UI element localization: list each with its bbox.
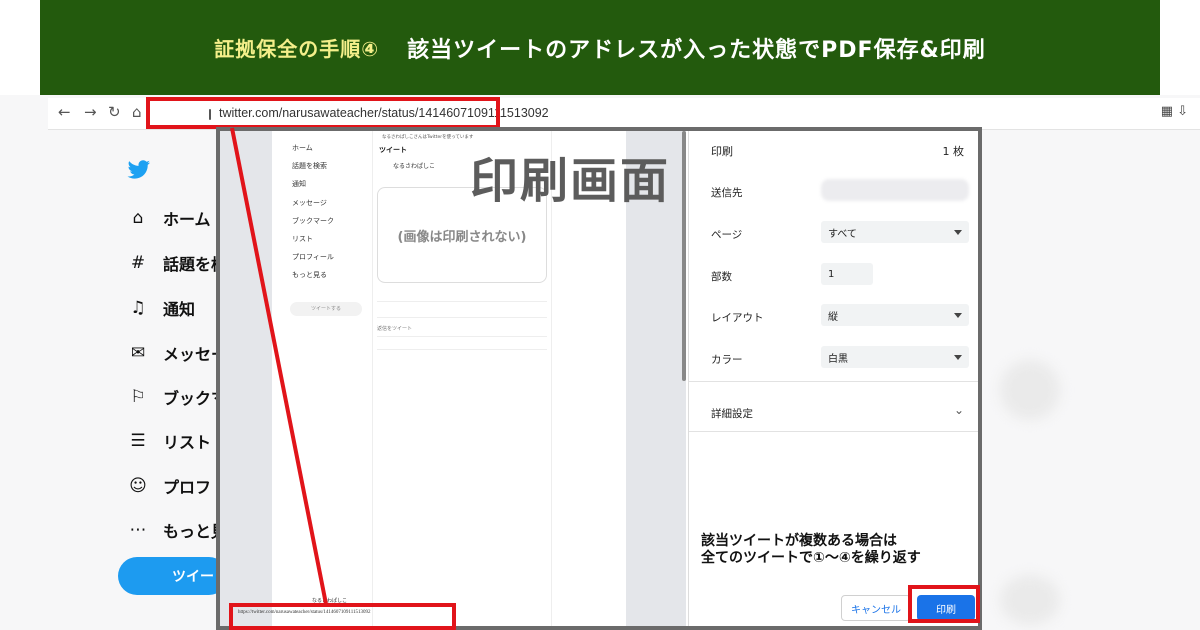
nav-item-home[interactable]: ⌂ ホーム [127,206,211,230]
preview-nav-item: メッセージ [292,198,327,207]
nav-item-explore[interactable]: # 話題を検 [127,251,227,275]
cancel-button[interactable]: キャンセル [841,595,911,621]
preview-header: ツイート [379,146,407,154]
mail-icon: ✉ [130,343,146,363]
nav-item-profile[interactable]: ☺ プロフ [127,474,211,498]
tweet-button[interactable]: ツイート [118,557,228,595]
copies-input[interactable]: 1 [821,263,873,285]
instruction-note: 該当ツイートが複数ある場合は 全てのツイートで①〜④を繰り返す [701,533,921,567]
chevron-down-icon [954,313,962,318]
nav-item-notifications[interactable]: ♫ 通知 [127,296,195,320]
print-button-highlight [908,585,980,623]
preview-user: なるさわぱしこ [393,163,436,170]
preview-tweet-button: ツイートする [290,302,362,316]
pages-select[interactable]: すべて [821,221,969,243]
footer-url-highlight [229,603,456,630]
preview-nav-item: リスト [292,234,313,243]
preview-nav-item: プロフィール [292,253,334,262]
forward-icon[interactable]: → [84,103,97,121]
note-line: 全てのツイートで①〜④を繰り返す [701,550,921,566]
preview-scrollbar[interactable] [682,131,686,381]
destination-field[interactable] [821,179,969,201]
color-label: カラー [711,354,743,366]
copies-label: 部数 [711,271,732,283]
twitter-logo-icon[interactable] [127,160,151,180]
nav-label: プロフ [163,478,212,497]
chevron-down-icon[interactable]: ⌄ [954,403,964,417]
preview-nav-item: ホーム [292,144,313,152]
advanced-settings[interactable]: 詳細設定 [711,406,753,421]
preview-nav-item: ブックマーク [292,216,334,225]
list-icon: ☰ [130,431,146,451]
nav-label: リスト [163,433,212,452]
nav-item-bookmarks[interactable]: ⚐ ブックマ [127,385,227,409]
bell-icon: ♫ [130,298,146,318]
nav-item-more[interactable]: ⋯ もっと見 [127,518,228,542]
home-browser-icon[interactable]: ⌂ [132,103,142,121]
preview-reply: 返信をツイート [377,326,413,332]
layout-label: レイアウト [711,312,764,324]
layout-value: 縦 [828,311,838,323]
nav-label: 通知 [163,300,196,319]
nav-item-lists[interactable]: ☰ リスト [127,429,211,453]
print-title: 印刷 [711,145,733,158]
preview-nav-item: もっと見る [292,271,327,280]
step-label: 証拠保全の手順④ [214,37,380,61]
pages-value: すべて [828,228,857,240]
preview-nav: ホーム 話題を検索 通知 メッセージ ブックマーク リスト プロフィール もっと… [292,143,334,289]
pages-label: ページ [711,229,743,241]
preview-nav-item: 話題を検索 [292,162,327,171]
home-icon: ⌂ [132,208,144,228]
banner-title: 該当ツイートのアドレスが入った状態でPDF保存&印刷 [407,37,986,63]
color-select[interactable]: 白黒 [821,346,969,368]
url-highlight-box [146,97,500,129]
overlay-label: 印刷画面 [470,153,671,209]
blurred-avatar [1000,360,1060,420]
blurred-avatar [1000,575,1060,625]
qr-icon[interactable]: ▦ ⇩ [1161,104,1188,119]
nav-item-messages[interactable]: ✉ メッセー [127,341,227,365]
chevron-down-icon [954,355,962,360]
reload-icon[interactable]: ↻ [108,103,121,121]
bookmark-icon: ⚐ [130,387,146,407]
nav-label: ホーム [163,210,211,229]
print-settings-panel: 印刷 1 枚 送信先 ページ すべて 部数 1 レイアウト 縦 カラー 白黒 詳… [688,131,978,626]
layout-select[interactable]: 縦 [821,304,969,326]
divider [689,381,978,382]
sheet-count: 1 枚 [942,145,965,158]
hashtag-icon: # [130,253,146,273]
destination-label: 送信先 [711,187,743,199]
back-icon[interactable]: ← [58,103,71,121]
title-banner: 証拠保全の手順④ 該当ツイートのアドレスが入った状態でPDF保存&印刷 [40,0,1160,95]
print-dialog: なるさわぱしこさんはTwitterを使っています ホーム 話題を検索 通知 メッ… [216,127,982,630]
color-value: 白黒 [828,353,848,365]
preview-nav-item: 通知 [292,180,306,189]
chevron-down-icon [954,230,962,235]
divider [689,431,978,432]
note-line: 該当ツイートが複数ある場合は [701,533,897,549]
more-icon: ⋯ [129,520,147,540]
profile-icon: ☺ [129,476,147,496]
